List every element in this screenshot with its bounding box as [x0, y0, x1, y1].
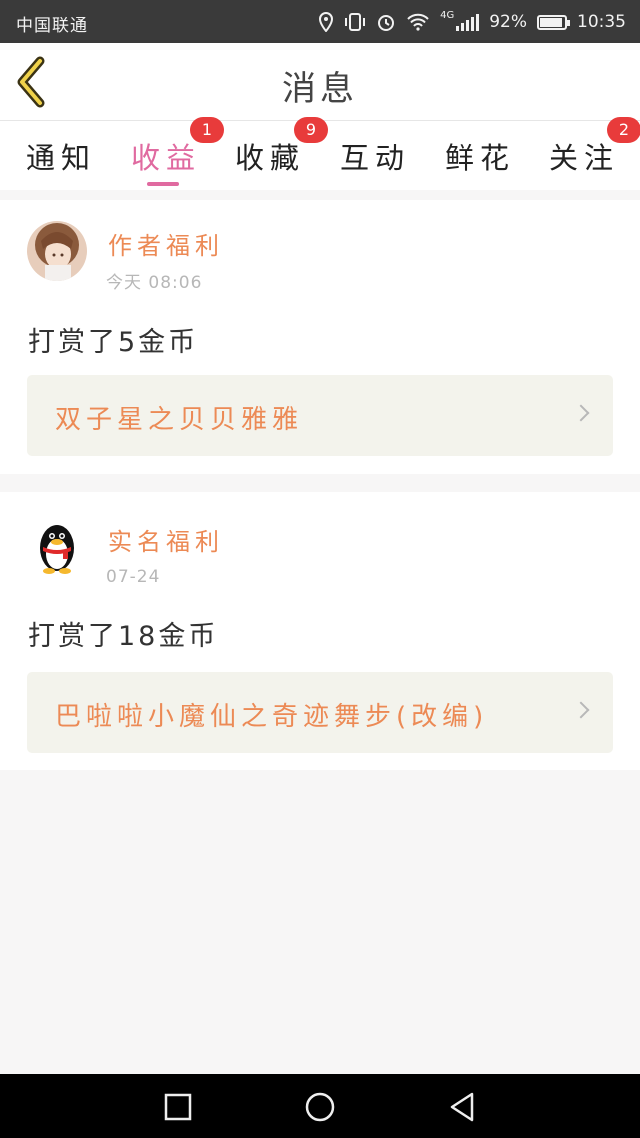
active-tab-indicator [147, 182, 179, 186]
header: 消息 [0, 43, 640, 121]
clock: 10:35 [577, 12, 626, 32]
page-title: 消息 [282, 69, 358, 109]
chevron-right-icon [572, 701, 590, 719]
follows-badge: 2 [607, 117, 640, 143]
status-icons: 4G 92% 10:35 [318, 8, 626, 36]
earnings-badge: 1 [190, 117, 224, 143]
tab-interactions[interactable]: 互动 [340, 135, 410, 177]
tab-follows[interactable]: 关注 [549, 135, 619, 177]
sender-name: 作者福利 [108, 232, 224, 260]
book-link[interactable]: 双子星之贝贝雅雅 [27, 375, 613, 456]
book-link[interactable]: 巴啦啦小魔仙之奇迹舞步(改编) [27, 672, 613, 753]
vibrate-icon [345, 13, 366, 31]
network-type: 4G [440, 9, 455, 21]
battery-percent: 92% [489, 12, 527, 32]
message-card: 作者福利 今天 08:06 打赏了5金币 双子星之贝贝雅雅 [0, 200, 640, 474]
triangle-back-icon [450, 1092, 474, 1122]
circle-icon [305, 1092, 335, 1122]
tab-bar: 通知 收益 1 收藏 9 互动 鲜花 关注 2 [0, 117, 640, 190]
battery-icon [537, 14, 570, 30]
square-icon [164, 1093, 192, 1121]
sender-name: 实名福利 [108, 528, 224, 556]
book-title: 巴啦啦小魔仙之奇迹舞步(改编) [55, 702, 489, 732]
alarm-icon [378, 15, 395, 31]
message-card: 实名福利 07-24 打赏了18金币 巴啦啦小魔仙之奇迹舞步(改编) [0, 492, 640, 770]
tab-earnings[interactable]: 收益 [131, 135, 201, 177]
back-nav-button[interactable] [445, 1090, 479, 1124]
favorites-badge: 9 [294, 117, 328, 143]
carrier-name: 中国联通 [16, 16, 88, 36]
recent-apps-button[interactable] [161, 1090, 195, 1124]
book-title: 双子星之贝贝雅雅 [55, 405, 304, 435]
anime-avatar-icon [27, 221, 87, 281]
signal-icon [456, 13, 480, 31]
tab-flowers[interactable]: 鲜花 [445, 135, 515, 177]
status-bar: 中国联通 4G 92% 10:35 [0, 0, 640, 43]
message-text: 打赏了5金币 [28, 327, 199, 358]
wifi-icon [407, 13, 429, 31]
tab-favorites[interactable]: 收藏 [235, 135, 305, 177]
message-text: 打赏了18金币 [28, 621, 219, 652]
tab-notifications[interactable]: 通知 [26, 135, 96, 177]
home-button[interactable] [303, 1090, 337, 1124]
location-icon [319, 12, 334, 32]
navigation-bar [0, 1074, 640, 1138]
chevron-right-icon [572, 404, 590, 422]
avatar [27, 516, 87, 576]
message-time: 今天 08:06 [106, 273, 203, 293]
penguin-avatar-icon [27, 516, 87, 576]
message-time: 07-24 [106, 567, 161, 587]
avatar [27, 221, 87, 281]
